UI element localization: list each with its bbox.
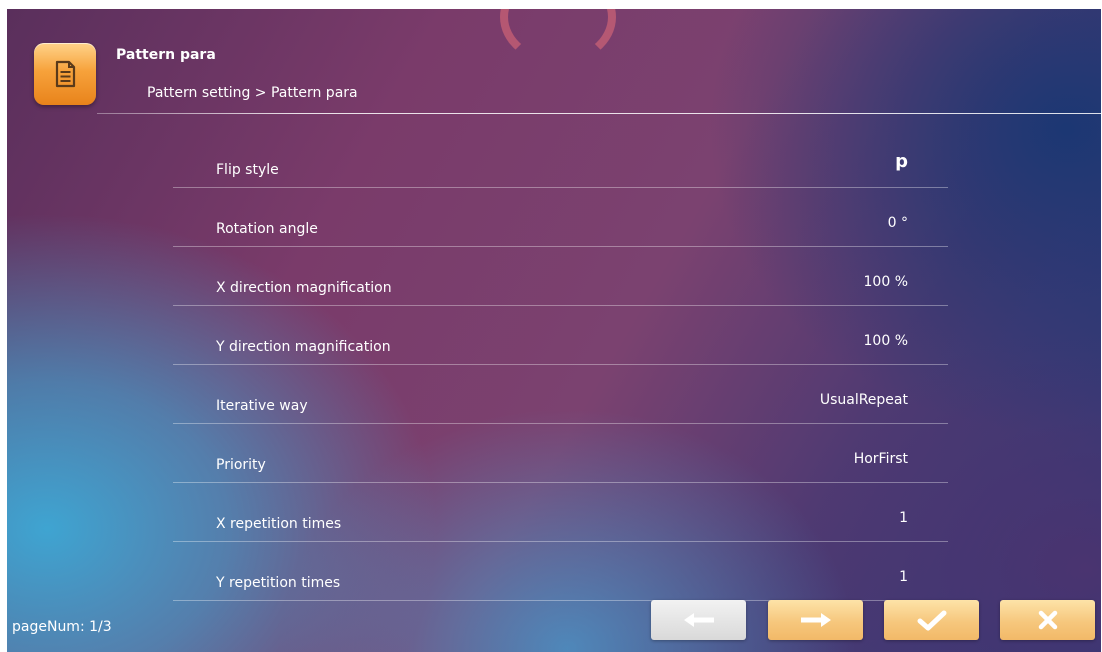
next-page-button[interactable] [768,600,863,640]
param-row-priority[interactable]: Priority HorFirst [173,424,948,483]
cancel-button[interactable] [1000,600,1095,640]
param-row-iterative-way[interactable]: Iterative way UsualRepeat [173,365,948,424]
document-icon [34,43,96,105]
param-row-x-repetition[interactable]: X repetition times 1 [173,483,948,542]
decorative-ring [500,9,616,65]
page-title: Pattern para [116,47,216,63]
check-icon [917,610,946,631]
param-value[interactable]: p [895,151,908,172]
close-icon [1038,610,1057,630]
param-label: Y repetition times [216,575,341,591]
page-number: pageNum: 1/3 [12,619,112,635]
param-value[interactable]: 100 % [864,333,908,349]
param-label: X direction magnification [216,280,392,296]
param-list: Flip style p Rotation angle 0 ° X direct… [173,129,948,601]
param-label: Rotation angle [216,221,318,237]
header-divider [97,113,1101,114]
param-label: X repetition times [216,516,342,532]
param-row-x-magnification[interactable]: X direction magnification 100 % [173,247,948,306]
prev-page-button[interactable] [651,600,746,640]
param-label: Iterative way [216,398,308,414]
param-row-flip-style[interactable]: Flip style p [173,129,948,188]
param-label: Priority [216,457,266,473]
arrow-right-icon [800,613,831,627]
param-row-rotation-angle[interactable]: Rotation angle 0 ° [173,188,948,247]
param-row-y-repetition[interactable]: Y repetition times 1 [173,542,948,601]
breadcrumb: Pattern setting > Pattern para [147,85,358,101]
param-label: Y direction magnification [216,339,391,355]
param-label: Flip style [216,162,279,178]
pattern-para-screen: Pattern para Pattern setting > Pattern p… [7,9,1101,652]
param-value[interactable]: HorFirst [854,451,908,467]
confirm-button[interactable] [884,600,979,640]
param-value[interactable]: 0 ° [888,215,908,231]
arrow-left-icon [683,613,714,627]
param-value[interactable]: 1 [899,569,908,585]
param-value[interactable]: 100 % [864,274,908,290]
param-value[interactable]: 1 [899,510,908,526]
param-value[interactable]: UsualRepeat [820,392,908,408]
param-row-y-magnification[interactable]: Y direction magnification 100 % [173,306,948,365]
